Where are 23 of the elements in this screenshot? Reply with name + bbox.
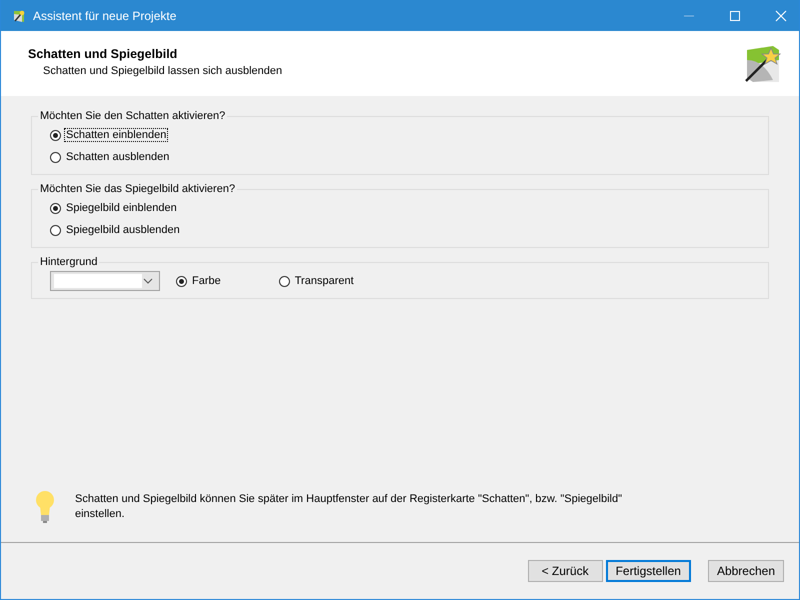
radio-option[interactable]: Schatten einblenden [50, 124, 768, 146]
radio-option[interactable]: Spiegelbild ausblenden [50, 219, 768, 241]
app-icon [11, 8, 27, 24]
radio-option[interactable]: Spiegelbild einblenden [50, 197, 768, 219]
page-subtitle: Schatten und Spiegelbild lassen sich ausblenden [42, 64, 282, 76]
wizard-button[interactable]: Abbrechen [708, 560, 784, 582]
wizard-button[interactable]: Fertigstellen [606, 560, 691, 582]
lightbulb-icon [35, 490, 55, 524]
maximize-icon[interactable] [729, 10, 741, 22]
close-icon[interactable] [775, 10, 787, 22]
page-title: Schatten und Spiegelbild [28, 46, 178, 60]
wizard-wand-icon [743, 44, 783, 84]
radio-option[interactable]: Transparent [278, 270, 356, 292]
hint-text: Schatten und Spiegelbild können Sie später im Hauptfenster auf der Registerkarte "Schatten", bzw. "Spiegelbild" einstellen. [75, 492, 623, 522]
window-title: Assistent für neue Projekte [33, 8, 176, 22]
group-label: Möchten Sie den Schatten aktivieren? [39, 110, 226, 122]
radio-option[interactable]: Farbe [176, 270, 223, 292]
chevron-down-icon [143, 278, 153, 284]
group-label: Hintergrund [39, 256, 98, 268]
color-dropdown[interactable] [50, 271, 160, 291]
wizard-button[interactable]: < Zurück [528, 560, 603, 582]
group-label: Möchten Sie das Spiegelbild aktivieren? [39, 183, 236, 195]
radio-option[interactable]: Schatten ausblenden [50, 146, 768, 168]
